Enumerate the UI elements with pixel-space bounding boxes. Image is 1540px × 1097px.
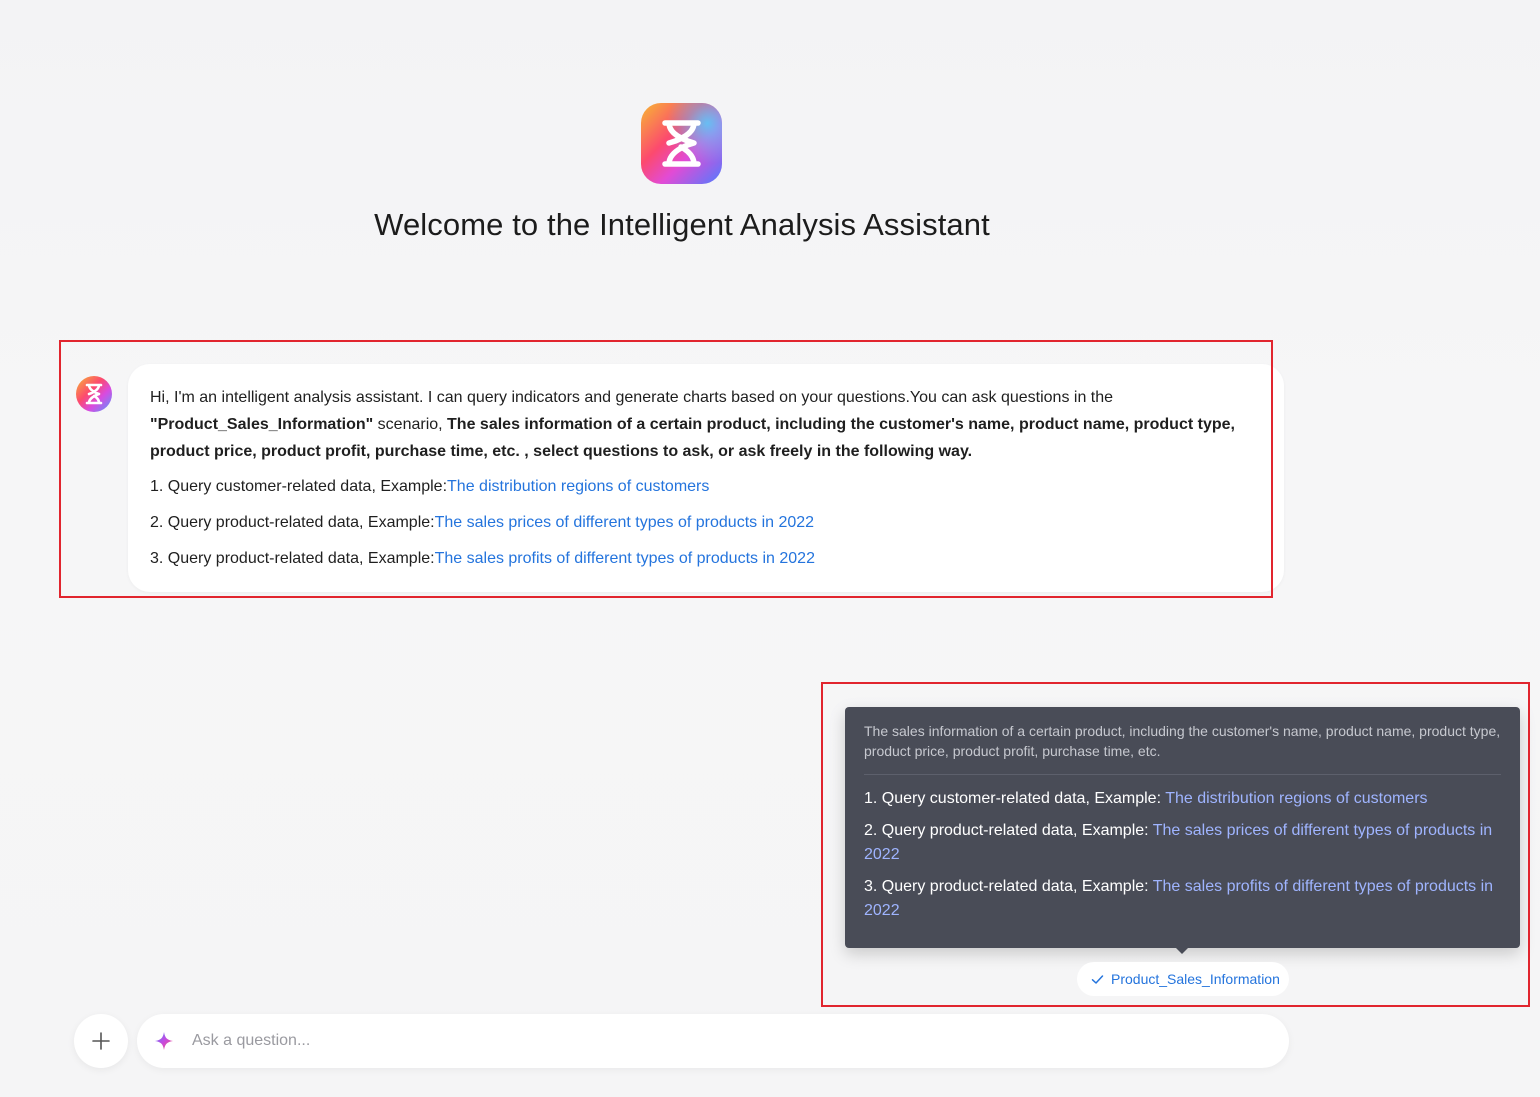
tooltip-arrow xyxy=(1175,947,1189,954)
intro-text: Hi, I'm an intelligent analysis assistan… xyxy=(150,384,1262,465)
scenario-chip[interactable]: Product_Sales_Information xyxy=(1077,962,1289,996)
tooltip-item-prefix: 2. Query product-related data, Example: xyxy=(864,822,1153,839)
intro-prefix: Hi, I'm an intelligent analysis assistan… xyxy=(150,389,1114,406)
tooltip-item: 3. Query product-related data, Example: … xyxy=(864,875,1501,923)
scenario-word: scenario, xyxy=(373,416,448,433)
assistant-page: Welcome to the Intelligent Analysis Assi… xyxy=(0,0,1540,1097)
example-item: 1. Query customer-related data, Example:… xyxy=(150,477,1262,497)
assistant-message-bubble: Hi, I'm an intelligent analysis assistan… xyxy=(128,364,1284,592)
hourglass-logo-icon xyxy=(641,103,722,184)
question-input[interactable] xyxy=(190,1031,1254,1051)
example-item: 3. Query product-related data, Example:T… xyxy=(150,549,1262,569)
example-prefix: 2. Query product-related data, Example: xyxy=(150,514,435,531)
hourglass-avatar-icon xyxy=(76,376,112,412)
tooltip-item: 2. Query product-related data, Example: … xyxy=(864,819,1501,867)
example-prefix: 1. Query customer-related data, Example: xyxy=(150,478,448,495)
check-icon xyxy=(1091,974,1104,984)
tooltip-item-prefix: 1. Query customer-related data, Example: xyxy=(864,790,1166,807)
tooltip-item: 1. Query customer-related data, Example:… xyxy=(864,787,1501,811)
tooltip-divider xyxy=(864,774,1501,775)
scenario-name: "Product_Sales_Information" xyxy=(150,416,374,433)
page-title: Welcome to the Intelligent Analysis Assi… xyxy=(374,207,990,242)
question-input-bar[interactable] xyxy=(137,1014,1289,1068)
example-link[interactable]: The sales profits of different types of … xyxy=(435,550,815,567)
example-prefix: 3. Query product-related data, Example: xyxy=(150,550,435,567)
scenario-chip-label: Product_Sales_Information xyxy=(1111,971,1280,987)
example-list: 1. Query customer-related data, Example:… xyxy=(150,477,1262,569)
example-link[interactable]: The distribution regions of customers xyxy=(447,478,709,495)
tooltip-item-link[interactable]: The distribution regions of customers xyxy=(1165,790,1427,807)
add-button[interactable] xyxy=(74,1014,128,1068)
plus-icon xyxy=(92,1032,110,1050)
tooltip-description: The sales information of a certain produ… xyxy=(864,723,1501,759)
tooltip-item-prefix: 3. Query product-related data, Example: xyxy=(864,878,1153,895)
example-link[interactable]: The sales prices of different types of p… xyxy=(435,514,814,531)
example-item: 2. Query product-related data, Example:T… xyxy=(150,513,1262,533)
sparkle-icon xyxy=(155,1032,173,1050)
scenario-tooltip: The sales information of a certain produ… xyxy=(845,707,1520,948)
